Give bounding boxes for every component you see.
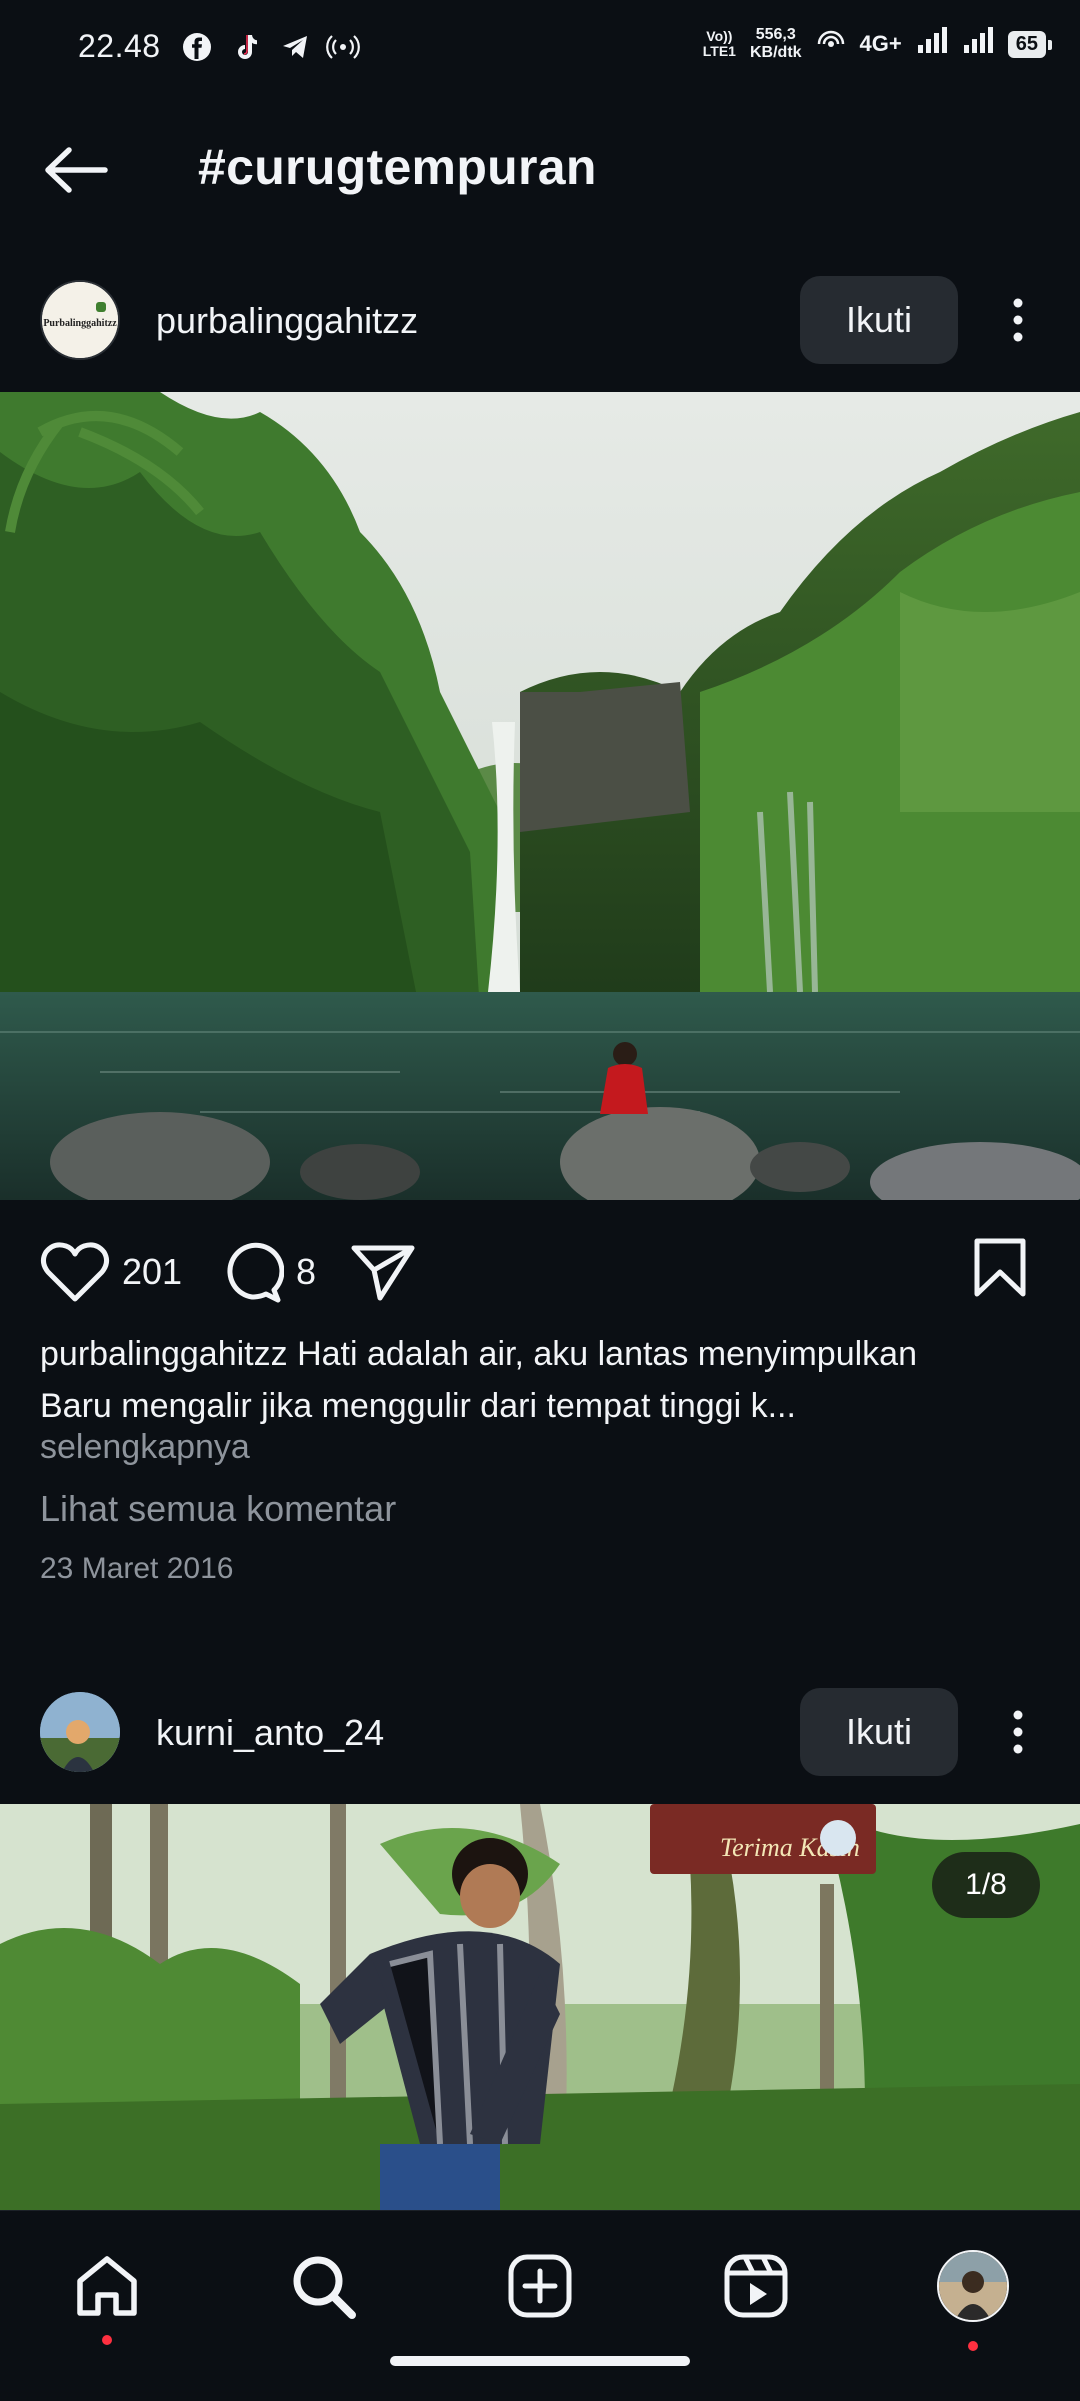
post-header-2: kurni_anto_24 Ikuti [0, 1684, 1080, 1780]
more-options-button-2[interactable] [998, 1700, 1038, 1764]
avatar[interactable]: Purbalinggahitzz [40, 280, 120, 360]
avatar-logo-text: Purbalinggahitzz [43, 318, 117, 329]
post-image-waterfall[interactable] [0, 392, 1080, 1200]
notification-dot [968, 2341, 978, 2351]
arrow-left-icon [45, 147, 108, 193]
follow-button-2[interactable]: Ikuti [800, 1688, 958, 1776]
post-username[interactable]: purbalinggahitzz [156, 300, 418, 342]
bottom-navigation [0, 2210, 1080, 2401]
search-icon [293, 2256, 356, 2319]
wifi-calling-icon [816, 26, 846, 62]
more-options-button[interactable] [998, 288, 1038, 352]
home-indicator[interactable] [390, 2356, 690, 2366]
facebook-icon [180, 30, 214, 64]
battery-indicator: 65 [1007, 30, 1053, 58]
signal-icon-2 [962, 27, 994, 61]
page-title: #curugtempuran [198, 139, 597, 195]
tiktok-icon [228, 30, 262, 64]
status-bar: 22.48 Vo)) LTE1 556,3 KB/dtk 4G+ 65 [0, 0, 1080, 96]
share-button[interactable] [350, 1240, 416, 1304]
send-icon [351, 1245, 415, 1301]
nav-profile[interactable] [928, 2241, 1018, 2351]
post-actions: 201 8 [0, 1232, 1080, 1322]
signal-icon-1 [916, 27, 948, 61]
post-caption: purbalinggahitzz Hati adalah air, aku la… [40, 1328, 1040, 1432]
volte-indicator: Vo)) LTE1 [702, 28, 736, 59]
comment-icon [227, 1242, 284, 1303]
view-all-comments-link[interactable]: Lihat semua komentar [40, 1488, 396, 1530]
more-vertical-icon [1013, 298, 1023, 342]
more-vertical-icon [1013, 1710, 1023, 1754]
like-button[interactable]: 201 [40, 1240, 182, 1304]
post-username-2[interactable]: kurni_anto_24 [156, 1712, 384, 1754]
post-image-forest[interactable]: Terima Kasih [0, 1804, 1080, 2210]
nav-search[interactable] [278, 2241, 368, 2331]
caption-username[interactable]: purbalinggahitzz [40, 1335, 288, 1373]
caption-text-line1: Hati adalah air, aku lantas menyimpulkan [297, 1335, 917, 1373]
like-count: 201 [122, 1251, 183, 1292]
status-right: Vo)) LTE1 556,3 KB/dtk 4G+ 65 [702, 26, 1053, 62]
post-date: 23 Maret 2016 [40, 1552, 234, 1585]
network-speed: 556,3 KB/dtk [749, 26, 802, 61]
nav-create[interactable] [495, 2241, 585, 2331]
back-button[interactable] [38, 140, 114, 200]
carousel-counter: 1/8 [932, 1852, 1040, 1918]
home-icon [77, 2256, 137, 2316]
heart-icon [40, 1242, 110, 1302]
comment-button[interactable]: 8 [218, 1240, 316, 1304]
telegram-icon [278, 30, 312, 64]
nav-reels[interactable] [711, 2241, 801, 2331]
profile-avatar [937, 2250, 1009, 2322]
avatar-2[interactable] [40, 1692, 120, 1772]
caption-text-line2: Baru mengalir jika menggulir dari tempat… [40, 1387, 796, 1425]
network-type: 4G+ [859, 31, 902, 56]
follow-button[interactable]: Ikuti [800, 276, 958, 364]
create-icon [508, 2254, 572, 2318]
reels-icon [724, 2254, 788, 2318]
nav-home[interactable] [62, 2241, 152, 2345]
save-button[interactable] [972, 1236, 1028, 1300]
see-more-link[interactable]: selengkapnya [40, 1428, 250, 1467]
top-app-bar: #curugtempuran [0, 110, 1080, 230]
status-time: 22.48 [78, 28, 161, 64]
bookmark-icon [974, 1238, 1026, 1297]
comment-count: 8 [296, 1251, 317, 1292]
notification-dot [102, 2335, 112, 2345]
hotspot-icon [326, 30, 360, 64]
post-header: Purbalinggahitzz purbalinggahitzz Ikuti [0, 272, 1080, 368]
